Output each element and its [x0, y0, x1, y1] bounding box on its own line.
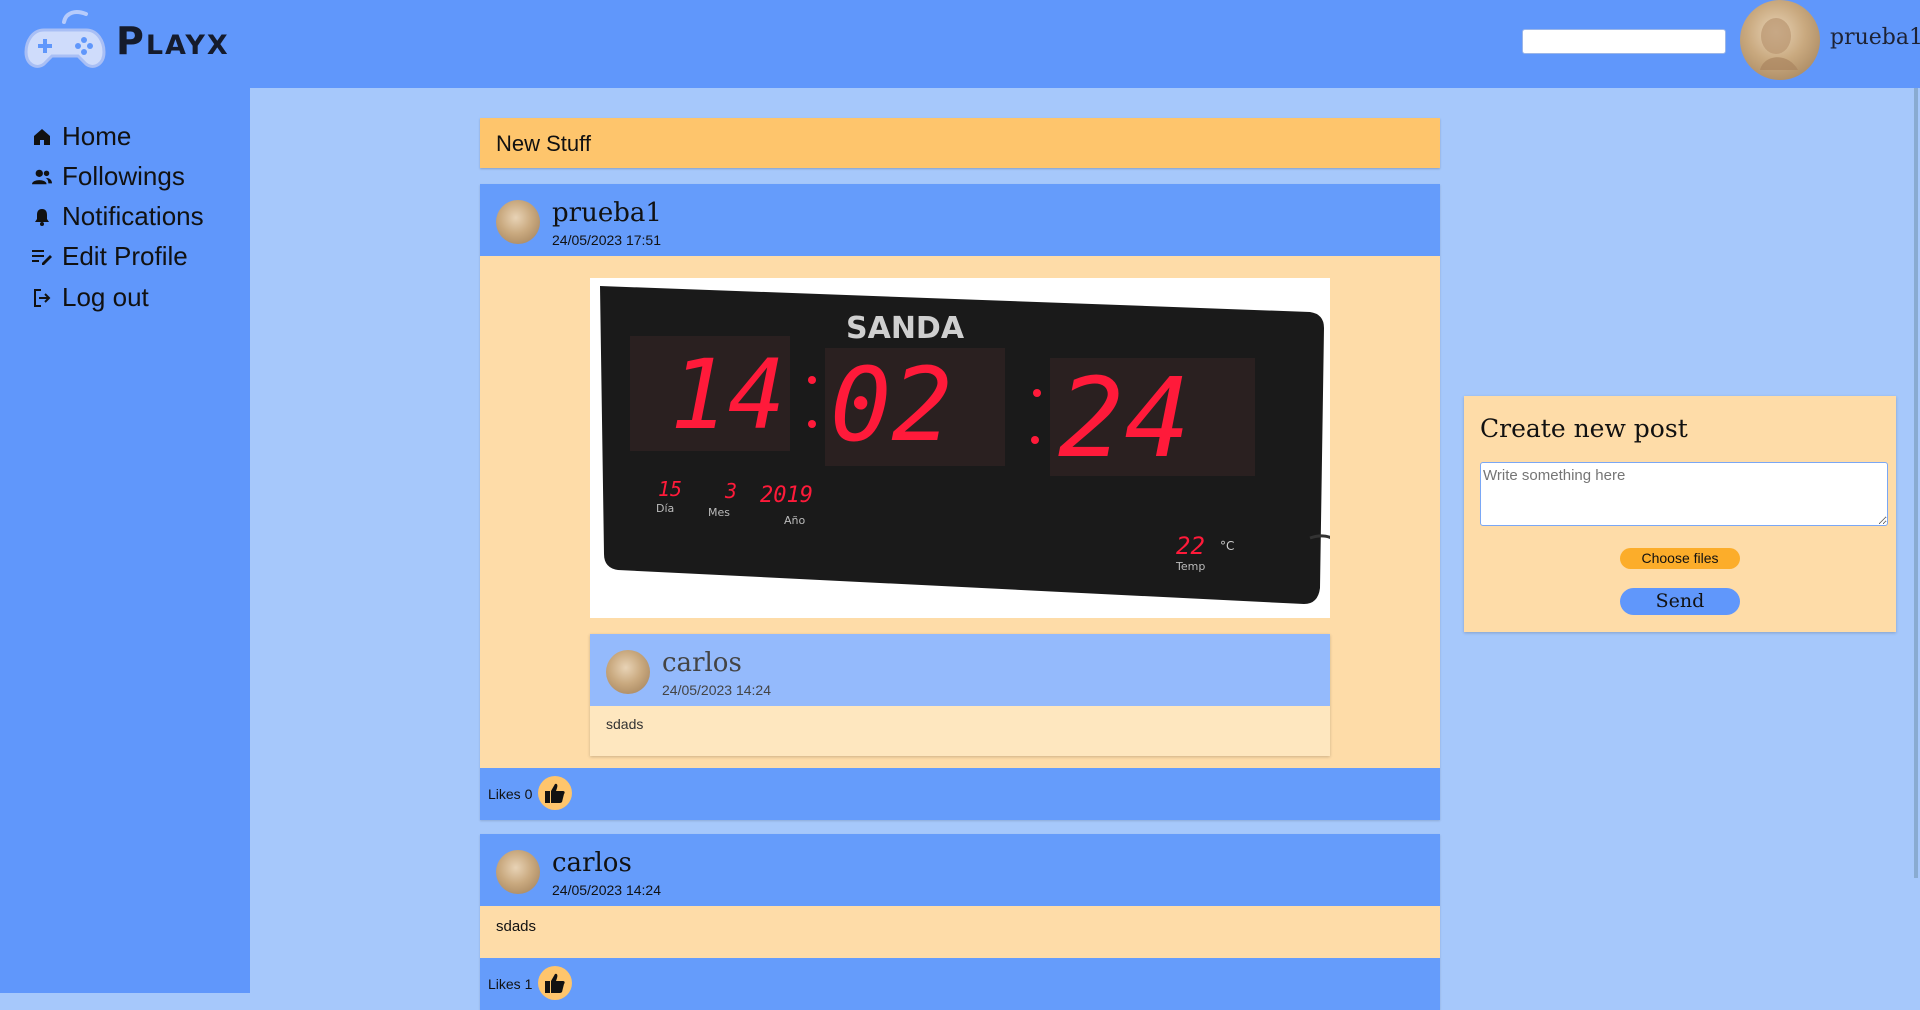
home-icon [32, 127, 52, 147]
sidebar-item-label: Log out [62, 282, 149, 312]
sidebar-item-log-out[interactable]: Log out [32, 282, 149, 313]
author-avatar[interactable] [606, 650, 650, 694]
logo[interactable]: Playx [24, 6, 230, 76]
search-input[interactable] [1522, 29, 1726, 54]
sidebar-item-home[interactable]: Home [32, 121, 131, 152]
post-header: prueba1 24/05/2023 17:51 [480, 184, 1440, 256]
sidebar-item-notifications[interactable]: Notifications [32, 201, 204, 232]
clock-temp-label: Temp [1175, 560, 1205, 573]
clock-hours: 14 [670, 339, 786, 451]
clock-year-label: Año [784, 514, 805, 527]
logo-text: Playx [116, 19, 230, 63]
post-author[interactable]: prueba1 [552, 198, 662, 228]
post-card: carlos 24/05/2023 14:24 sdads Likes 1 [480, 834, 1440, 1010]
post-date: 24/05/2023 17:51 [552, 232, 661, 248]
shared-post-date: 24/05/2023 14:24 [662, 682, 771, 698]
thumbs-up-icon [545, 783, 565, 803]
sidebar-item-label: Home [62, 121, 132, 151]
user-avatar[interactable] [1740, 0, 1820, 80]
clock-temp: 22 [1176, 532, 1205, 560]
post-header: carlos 24/05/2023 14:24 [480, 834, 1440, 906]
post-body: sdads [480, 906, 1440, 958]
post-footer: Likes 1 [480, 958, 1440, 1010]
clock-photo: SANDA 14 02 24 15 3 2019 Día Mes Año 22 … [600, 286, 1336, 604]
author-avatar[interactable] [496, 850, 540, 894]
clock-brand: SANDA [846, 311, 965, 346]
clock-minutes: 02 [830, 346, 953, 465]
post-text: sdads [496, 918, 537, 935]
like-button[interactable] [538, 776, 572, 810]
shared-post-body: sdads [590, 706, 1330, 756]
post-date: 24/05/2023 14:24 [552, 882, 661, 898]
clock-month-label: Mes [708, 506, 730, 519]
likes-count: Likes 1 [488, 976, 533, 992]
thumbs-up-icon [545, 973, 565, 993]
create-post-title: Create new post [1480, 414, 1688, 443]
feed-header: New Stuff [480, 118, 1440, 168]
users-icon [32, 167, 52, 187]
feed-title: New Stuff [496, 131, 591, 156]
clock-day: 15 [658, 477, 682, 501]
sidebar: Home Followings Notifications Edit Profi… [0, 88, 250, 993]
sidebar-item-label: Followings [62, 161, 185, 191]
choose-files-button[interactable]: Choose files [1620, 548, 1740, 569]
post-card: prueba1 24/05/2023 17:51 SANDA 14 02 24 [480, 184, 1440, 820]
sidebar-item-label: Edit Profile [62, 241, 188, 271]
likes-count: Likes 0 [488, 786, 533, 802]
clock-year: 2019 [760, 483, 813, 508]
shared-post-header: carlos 24/05/2023 14:24 [590, 634, 1330, 706]
sidebar-item-followings[interactable]: Followings [32, 161, 185, 192]
create-post-panel: Create new post Choose files Send [1464, 396, 1896, 632]
bell-icon [32, 207, 52, 227]
logout-icon [32, 288, 52, 308]
send-button[interactable]: Send [1620, 588, 1740, 615]
shared-post-text: sdads [606, 716, 644, 732]
clock-seconds: 24 [1058, 354, 1190, 482]
post-author[interactable]: carlos [552, 848, 632, 878]
clock-day-label: Día [656, 502, 674, 515]
edit-icon [32, 247, 52, 267]
like-button[interactable] [538, 966, 572, 1000]
gamepad-icon [24, 10, 106, 68]
post-textarea[interactable] [1480, 462, 1888, 526]
avatar-portrait-icon [1760, 18, 1798, 70]
author-avatar[interactable] [496, 200, 540, 244]
sidebar-item-label: Notifications [62, 201, 204, 231]
clock-month: 3 [724, 479, 737, 503]
shared-post-author[interactable]: carlos [662, 648, 742, 678]
clock-temp-unit: °C [1220, 539, 1234, 553]
username-label[interactable]: prueba1 [1830, 25, 1920, 50]
sidebar-item-edit-profile[interactable]: Edit Profile [32, 241, 188, 272]
top-bar: Playx prueba1 [0, 0, 1920, 88]
post-footer: Likes 0 [480, 768, 1440, 820]
post-body: SANDA 14 02 24 15 3 2019 Día Mes Año 22 … [480, 256, 1440, 768]
scrollbar[interactable] [1914, 88, 1918, 878]
shared-post[interactable]: carlos 24/05/2023 14:24 sdads [590, 634, 1330, 756]
post-image[interactable]: SANDA 14 02 24 15 3 2019 Día Mes Año 22 … [590, 278, 1336, 618]
